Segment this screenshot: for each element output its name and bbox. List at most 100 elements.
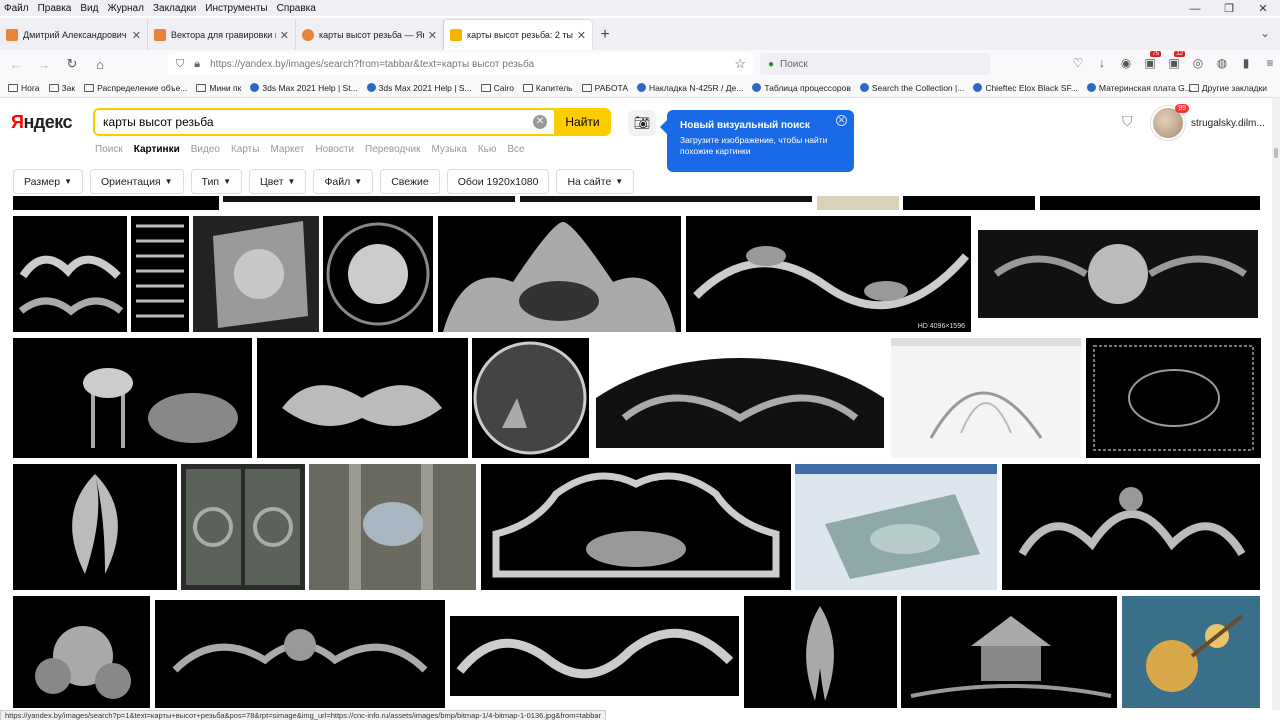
menu-view[interactable]: Вид bbox=[80, 3, 98, 14]
forward-icon[interactable]: → bbox=[32, 57, 56, 72]
service-q[interactable]: Кью bbox=[478, 144, 497, 155]
filter-color[interactable]: Цвет ▼ bbox=[248, 169, 307, 194]
bookmark-item[interactable]: Chieftec Elox Black SF... bbox=[973, 83, 1078, 93]
image-result[interactable] bbox=[13, 196, 219, 210]
image-result[interactable] bbox=[309, 464, 476, 590]
close-window-icon[interactable]: ✕ bbox=[1246, 0, 1280, 20]
service-maps[interactable]: Карты bbox=[231, 144, 260, 155]
image-result[interactable] bbox=[520, 196, 812, 202]
extension-badge-icon[interactable]: ▣ 12 bbox=[1162, 51, 1186, 70]
user-menu[interactable]: 99 strugalsky.dilm... bbox=[1151, 104, 1265, 140]
service-video[interactable]: Видео bbox=[191, 144, 220, 155]
image-result[interactable] bbox=[193, 216, 319, 332]
bookmark-item[interactable]: Распределение объе... bbox=[84, 83, 187, 93]
other-bookmarks[interactable]: Другие закладки bbox=[1188, 83, 1267, 93]
page-scrollbar[interactable] bbox=[1272, 98, 1280, 710]
bookmark-star-icon[interactable]: ☆ bbox=[734, 56, 746, 72]
service-news[interactable]: Новости bbox=[315, 144, 354, 155]
new-tab-button[interactable]: + bbox=[592, 20, 618, 50]
menu-bookmarks[interactable]: Закладки bbox=[153, 3, 196, 14]
menu-edit[interactable]: Правка bbox=[38, 3, 72, 14]
bookmark-item[interactable]: 3ds Max 2021 Help | St... bbox=[250, 83, 358, 93]
image-result[interactable] bbox=[1002, 464, 1260, 590]
shield-icon[interactable]: ⛉ bbox=[176, 58, 184, 71]
search-input[interactable] bbox=[103, 115, 523, 129]
image-result[interactable] bbox=[903, 196, 1035, 210]
image-result[interactable] bbox=[901, 596, 1117, 708]
image-result[interactable] bbox=[131, 216, 189, 332]
service-all[interactable]: Все bbox=[507, 144, 524, 155]
image-result[interactable] bbox=[13, 596, 150, 708]
service-music[interactable]: Музыка bbox=[431, 144, 466, 155]
image-result[interactable] bbox=[323, 216, 433, 332]
menu-file[interactable]: Файл bbox=[4, 3, 29, 14]
close-tab-icon[interactable]: ✕ bbox=[428, 29, 437, 42]
scrollbar-thumb[interactable] bbox=[1274, 148, 1278, 158]
image-result[interactable] bbox=[1086, 338, 1261, 458]
image-result[interactable] bbox=[13, 464, 177, 590]
downloads-icon[interactable]: ↓ bbox=[1090, 56, 1114, 70]
yandex-logo[interactable]: Яндекс bbox=[11, 112, 73, 133]
extension-badge-icon[interactable]: ▣ 75 bbox=[1138, 51, 1162, 70]
minimize-icon[interactable]: — bbox=[1178, 0, 1212, 20]
find-button[interactable]: Найти bbox=[554, 108, 611, 136]
close-icon[interactable]: ✕ bbox=[836, 115, 847, 126]
filter-file[interactable]: Файл ▼ bbox=[313, 169, 374, 194]
service-translate[interactable]: Переводчик bbox=[365, 144, 420, 155]
image-result[interactable] bbox=[438, 216, 681, 332]
back-icon[interactable]: ← bbox=[4, 57, 28, 72]
image-result[interactable] bbox=[744, 596, 897, 708]
service-images[interactable]: Картинки bbox=[134, 144, 180, 155]
bookmark-item[interactable]: 3ds Max 2021 Help | S... bbox=[366, 83, 472, 93]
image-result[interactable] bbox=[594, 338, 886, 458]
bookmark-item[interactable]: Таблица процессоров bbox=[752, 83, 851, 93]
image-result[interactable] bbox=[481, 464, 791, 590]
url-bar[interactable]: ⛉ 🔒︎ https://yandex.by/images/search?fro… bbox=[168, 53, 754, 75]
filter-orientation[interactable]: Ориентация ▼ bbox=[90, 169, 184, 194]
tab-list-icon[interactable]: ⌄ bbox=[1260, 26, 1270, 40]
image-result[interactable] bbox=[1040, 196, 1260, 210]
home-icon[interactable]: ⌂ bbox=[88, 57, 112, 72]
url-text[interactable]: https://yandex.by/images/search?from=tab… bbox=[210, 59, 534, 70]
avatar[interactable]: 99 bbox=[1151, 104, 1189, 140]
pocket-icon[interactable]: ♡ bbox=[1066, 56, 1090, 70]
filter-fresh[interactable]: Свежие bbox=[380, 169, 440, 194]
bookmark-item[interactable]: Капитель bbox=[522, 83, 573, 93]
bookmark-item[interactable]: Материнская плата G... bbox=[1086, 83, 1192, 93]
globe-icon[interactable]: ◍ bbox=[1210, 56, 1234, 70]
image-result[interactable] bbox=[795, 464, 997, 590]
close-tab-icon[interactable]: ✕ bbox=[577, 29, 586, 42]
image-result[interactable] bbox=[1122, 596, 1260, 708]
bookmark-item[interactable]: Мини пк bbox=[196, 83, 241, 93]
image-result[interactable] bbox=[155, 600, 445, 708]
menu-help[interactable]: Справка bbox=[277, 3, 316, 14]
filter-on-site[interactable]: На сайте ▼ bbox=[556, 169, 635, 194]
bookmark-item[interactable]: Cairo bbox=[480, 83, 514, 93]
close-tab-icon[interactable]: ✕ bbox=[132, 29, 141, 42]
image-result[interactable] bbox=[223, 196, 515, 202]
restore-icon[interactable]: ❐ bbox=[1212, 0, 1246, 20]
image-result[interactable]: HD 4096×1596 bbox=[686, 216, 971, 332]
camera-icon[interactable]: 📷︎ bbox=[628, 110, 656, 136]
menu-tools[interactable]: Инструменты bbox=[205, 3, 267, 14]
filter-size[interactable]: Размер ▼ bbox=[13, 169, 84, 194]
bookmark-item[interactable]: Накладка N-425R / Де... bbox=[637, 83, 743, 93]
image-result[interactable] bbox=[181, 464, 305, 590]
bookmark-item[interactable]: Search the Collection |... bbox=[859, 83, 964, 93]
browser-search-input[interactable]: ● Поиск bbox=[760, 53, 990, 75]
image-result[interactable] bbox=[450, 616, 739, 696]
clear-icon[interactable]: ✕ bbox=[533, 115, 547, 129]
image-result[interactable] bbox=[472, 338, 589, 458]
reload-icon[interactable]: ↻ bbox=[60, 56, 84, 72]
lock-icon[interactable]: 🔒︎ bbox=[194, 58, 200, 71]
filter-type[interactable]: Тип ▼ bbox=[190, 169, 242, 194]
shield-icon[interactable]: ⛉ bbox=[1122, 113, 1133, 130]
tab-3[interactable]: карты высот резьба — Яндекс ✕ bbox=[296, 20, 444, 50]
service-search[interactable]: Поиск bbox=[95, 144, 123, 155]
bookmark-item[interactable]: Зак bbox=[48, 83, 75, 93]
bookmark-item[interactable]: РАБОТА bbox=[581, 83, 628, 93]
image-result[interactable] bbox=[976, 216, 1260, 332]
menu-icon[interactable]: ≡ bbox=[1258, 56, 1280, 70]
close-tab-icon[interactable]: ✕ bbox=[280, 29, 289, 42]
tab-2[interactable]: Вектора для гравировки на ст ✕ bbox=[148, 20, 296, 50]
